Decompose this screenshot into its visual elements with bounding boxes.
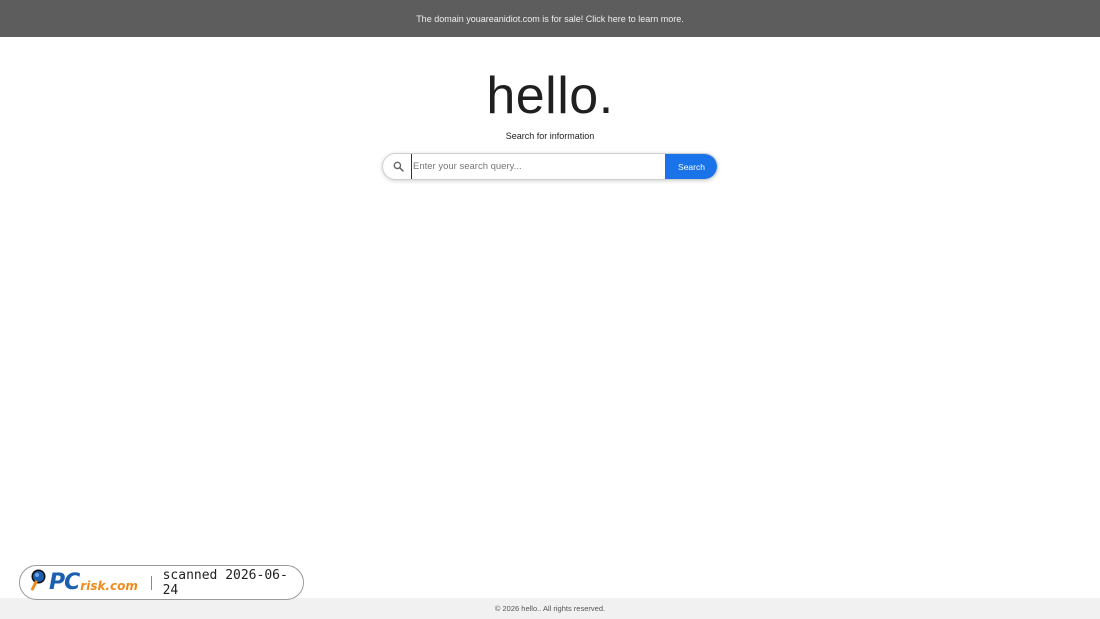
badge-divider [150, 575, 152, 590]
search-input[interactable] [411, 154, 665, 179]
pcrisk-scan-badge: PC risk.com scanned 2026-06-24 [19, 565, 304, 600]
footer-copyright: © 2026 hello.. All rights reserved. [494, 604, 606, 613]
search-form: Search [382, 153, 718, 180]
search-button[interactable]: Search [665, 154, 717, 179]
page-title: hello. [486, 67, 614, 125]
domain-sale-link[interactable]: The domain youareanidiot.com is for sale… [416, 14, 684, 24]
page: The domain youareanidiot.com is for sale… [0, 0, 1100, 619]
page-subtitle: Search for information [505, 131, 595, 141]
footer: © 2026 hello.. All rights reserved. [0, 598, 1100, 619]
pcrisk-logo-pc: PC [49, 570, 80, 595]
pcrisk-logo-risk: risk.com [80, 578, 138, 593]
magnifier-icon [30, 569, 47, 596]
search-icon [385, 154, 411, 179]
scan-date-text: scanned 2026-06-24 [162, 567, 288, 598]
domain-sale-banner: The domain youareanidiot.com is for sale… [0, 0, 1100, 37]
pcrisk-logo: PC risk.com [20, 569, 151, 596]
